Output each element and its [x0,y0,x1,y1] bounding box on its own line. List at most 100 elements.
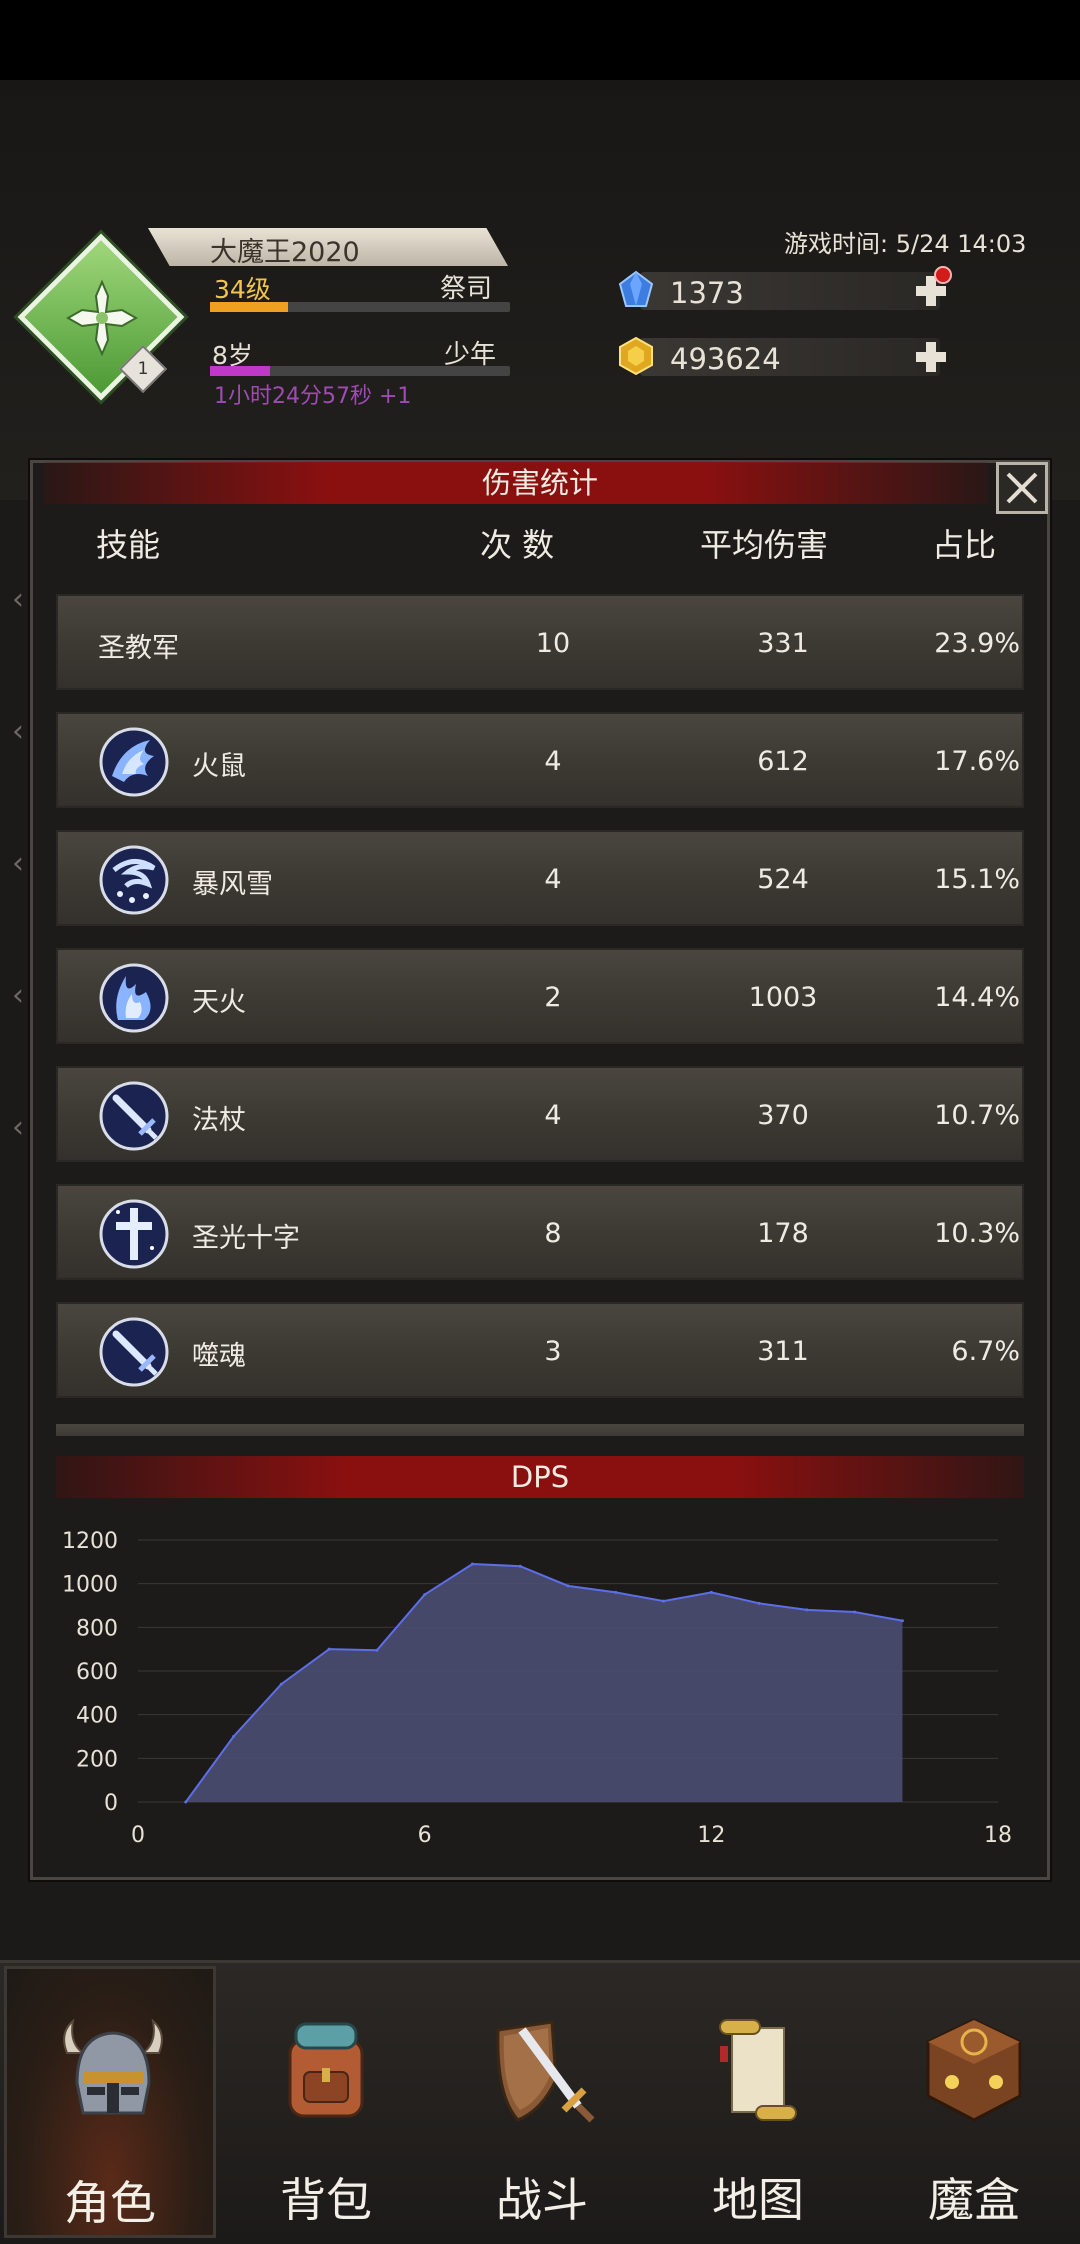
column-header-skill: 技能 [96,526,161,564]
xp-bar-fill [210,302,288,312]
scroll-map-icon [719,2019,797,2121]
y-tick-label: 1000 [62,1573,118,1598]
dps-point [614,1590,618,1594]
dps-point [518,1564,522,1568]
nav-battle[interactable]: 战斗 [436,1966,648,2238]
sword-shield-icon [496,2020,595,2123]
staff-sword-icon [99,1081,169,1151]
skill-avg-damage: 1003 [748,982,818,1013]
nav-label: 背包 [280,2173,372,2227]
x-tick-label: 12 [697,1823,725,1848]
play-time: 1小时24分57秒 +1 [214,384,412,409]
skill-row-partial [56,1424,1024,1436]
dps-point [709,1590,713,1594]
skill-count: 4 [544,1100,562,1131]
dps-point [757,1601,761,1605]
magic-box-icon [926,2018,1022,2122]
gold-coin-icon [619,336,653,376]
nav-magic-box[interactable]: 魔盒 [868,1966,1080,2238]
skill-avg-damage: 612 [757,746,809,777]
blue-gem-icon [618,270,654,307]
skill-avg-damage: 178 [757,1218,809,1249]
skill-name: 噬魂 [192,1341,246,1372]
y-tick-label: 400 [76,1704,118,1729]
skill-name: 圣教军 [98,633,179,664]
skill-row: 噬魂 3 311 6.7% [56,1302,1024,1398]
skill-count: 8 [544,1218,562,1249]
dps-point [232,1735,236,1738]
skill-count: 3 [544,1336,562,1367]
skill-row: 圣教军 10 331 23.9% [56,594,1024,690]
skill-share: 15.1% [934,864,1020,895]
skill-name: 法杖 [192,1105,246,1136]
soul-sword-icon [99,1317,169,1387]
dps-title: DPS [510,1460,570,1494]
chevron-left-icon: ‹ [12,1110,24,1145]
add-gold-button[interactable] [912,338,950,376]
holy-cross-icon [99,1199,169,1269]
skill-name: 火鼠 [192,751,246,782]
nav-label: 魔盒 [928,2173,1020,2227]
column-header-count: 次 数 [480,526,555,564]
dps-chart: 0 200 400 600 800 1000 1200 0 6 12 18 [62,1529,1012,1848]
skill-share: 17.6% [934,746,1020,777]
y-tick-label: 200 [76,1747,118,1772]
x-tick-label: 6 [418,1823,432,1848]
dps-point [423,1593,427,1597]
nav-label: 地图 [712,2173,804,2227]
skill-avg-damage: 311 [757,1336,809,1367]
nav-backpack[interactable]: 背包 [220,1966,432,2238]
skill-row: 火鼠 4 612 17.6% [56,712,1024,808]
skill-row: 天火 2 1003 14.4% [56,948,1024,1044]
skill-share: 14.4% [934,982,1020,1013]
close-button[interactable] [996,462,1048,514]
skill-row: 圣光十字 8 178 10.3% [56,1184,1024,1280]
skill-name: 暴风雪 [192,869,273,900]
dps-point [662,1599,666,1603]
dps-point [327,1647,331,1651]
holy-cross-emblem-icon [65,279,139,357]
y-tick-label: 0 [104,1791,118,1816]
skill-count: 4 [544,746,562,777]
chevron-left-icon: ‹ [12,978,24,1013]
skill-share: 23.9% [934,628,1020,659]
sky-fire-icon [99,963,169,1033]
x-tick-label: 0 [131,1823,145,1848]
column-header-share: 占比 [932,526,997,564]
nav-character[interactable]: 角色 [4,1966,216,2238]
dps-point [853,1610,857,1614]
skill-row: 法杖 4 370 10.7% [56,1066,1024,1162]
skill-share: 6.7% [951,1336,1020,1367]
nav-label: 战斗 [496,2173,588,2227]
y-tick-label: 600 [76,1660,118,1685]
close-icon [1006,472,1038,504]
chevron-left-icon: ‹ [12,846,24,881]
y-tick-label: 800 [76,1616,118,1641]
gem-counter: 1373 [640,272,940,310]
notification-dot [934,266,952,284]
dps-point [375,1648,379,1652]
game-time: 游戏时间: 5/24 14:03 [784,230,1027,258]
xp-bar [210,302,510,312]
backpack-icon [288,2022,364,2118]
dps-point [805,1608,809,1612]
skill-row: 暴风雪 4 524 15.1% [56,830,1024,926]
y-tick-label: 1200 [62,1529,118,1554]
skill-name: 圣光十字 [192,1223,300,1254]
chevron-left-icon: ‹ [12,714,24,749]
skill-avg-damage: 524 [757,864,809,895]
player-name: 大魔王2020 [210,237,360,268]
nav-label: 角色 [64,2176,156,2230]
gold-count: 493624 [670,342,781,376]
fire-rat-icon [99,727,169,797]
nav-map[interactable]: 地图 [652,1966,864,2238]
x-tick-label: 18 [984,1823,1012,1848]
skill-avg-damage: 331 [757,628,809,659]
gold-counter: 493624 [640,338,940,376]
skill-count: 4 [544,864,562,895]
chevron-left-icon: ‹ [12,582,24,617]
column-header-avg: 平均伤害 [700,526,829,564]
player-level: 34级 [214,275,271,304]
skill-count: 2 [544,982,562,1013]
skill-share: 10.7% [934,1100,1020,1131]
